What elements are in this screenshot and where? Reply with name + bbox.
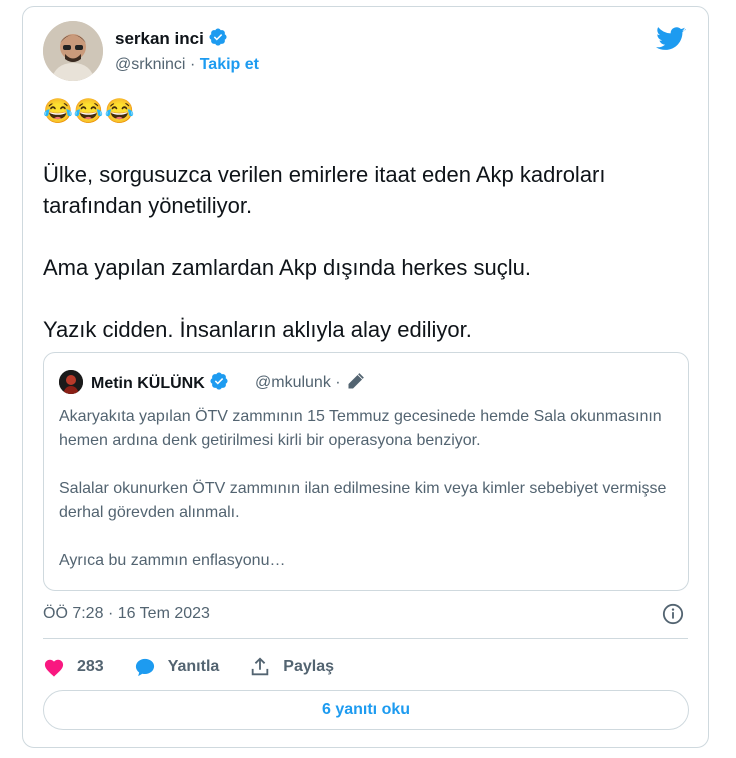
tweet-time[interactable]: ÖÖ 7:28 [43, 605, 103, 622]
tweet-timestamp[interactable]: ÖÖ 7:28 · 16 Tem 2023 [43, 605, 210, 623]
author-handle-row: @srkninci · Takip et [115, 56, 259, 74]
quoted-tweet-text: Akaryakıta yapılan ÖTV zammının 15 Temmu… [59, 408, 667, 569]
like-count: 283 [77, 658, 104, 675]
pencil-icon [347, 372, 365, 395]
quoted-tweet[interactable]: Metin KÜLÜNK @mkulunk · Akaryakıta yapıl… [43, 352, 689, 591]
tweet-card: serkan inci @srkninci · Takip et 😂😂😂 Ülk… [22, 6, 709, 748]
author-handle[interactable]: @srkninci [115, 56, 185, 73]
twitter-bird-icon[interactable] [656, 27, 686, 57]
author-name[interactable]: serkan inci [115, 29, 204, 48]
reply-label: Yanıtla [167, 658, 220, 675]
emoji-line: 😂😂😂 [43, 98, 136, 125]
like-button[interactable]: 283 [43, 657, 104, 677]
reply-bubble-icon [134, 657, 168, 677]
quoted-author-avatar[interactable] [59, 370, 83, 394]
heart-icon [43, 657, 77, 677]
divider [43, 638, 688, 639]
share-button[interactable]: Paylaş [249, 656, 334, 678]
verified-badge-icon [208, 27, 228, 52]
quoted-handle-row: @mkulunk · [255, 372, 365, 395]
quoted-author-name[interactable]: Metin KÜLÜNK [91, 375, 205, 392]
action-bar: 283 Yanıtla Paylaş [43, 652, 364, 682]
separator-dot: · [335, 374, 341, 391]
author-avatar[interactable] [43, 21, 103, 81]
tweet-text: Ülke, sorgusuzca verilen emirlere itaat … [43, 162, 606, 342]
author-name-row[interactable]: serkan inci [115, 27, 228, 52]
separator-dot: · [107, 605, 114, 622]
follow-button[interactable]: Takip et [200, 56, 259, 73]
quoted-author-handle[interactable]: @mkulunk [255, 374, 331, 391]
verified-badge-icon [209, 371, 229, 396]
share-label: Paylaş [283, 658, 334, 675]
quoted-author-name-row[interactable]: Metin KÜLÜNK [91, 371, 229, 396]
tweet-date[interactable]: 16 Tem 2023 [118, 605, 210, 622]
share-icon [249, 656, 283, 678]
reply-button[interactable]: Yanıtla [134, 657, 220, 677]
info-icon[interactable] [662, 603, 684, 630]
read-replies-button[interactable]: 6 yanıtı oku [43, 690, 689, 730]
separator-dot: · [189, 56, 196, 73]
